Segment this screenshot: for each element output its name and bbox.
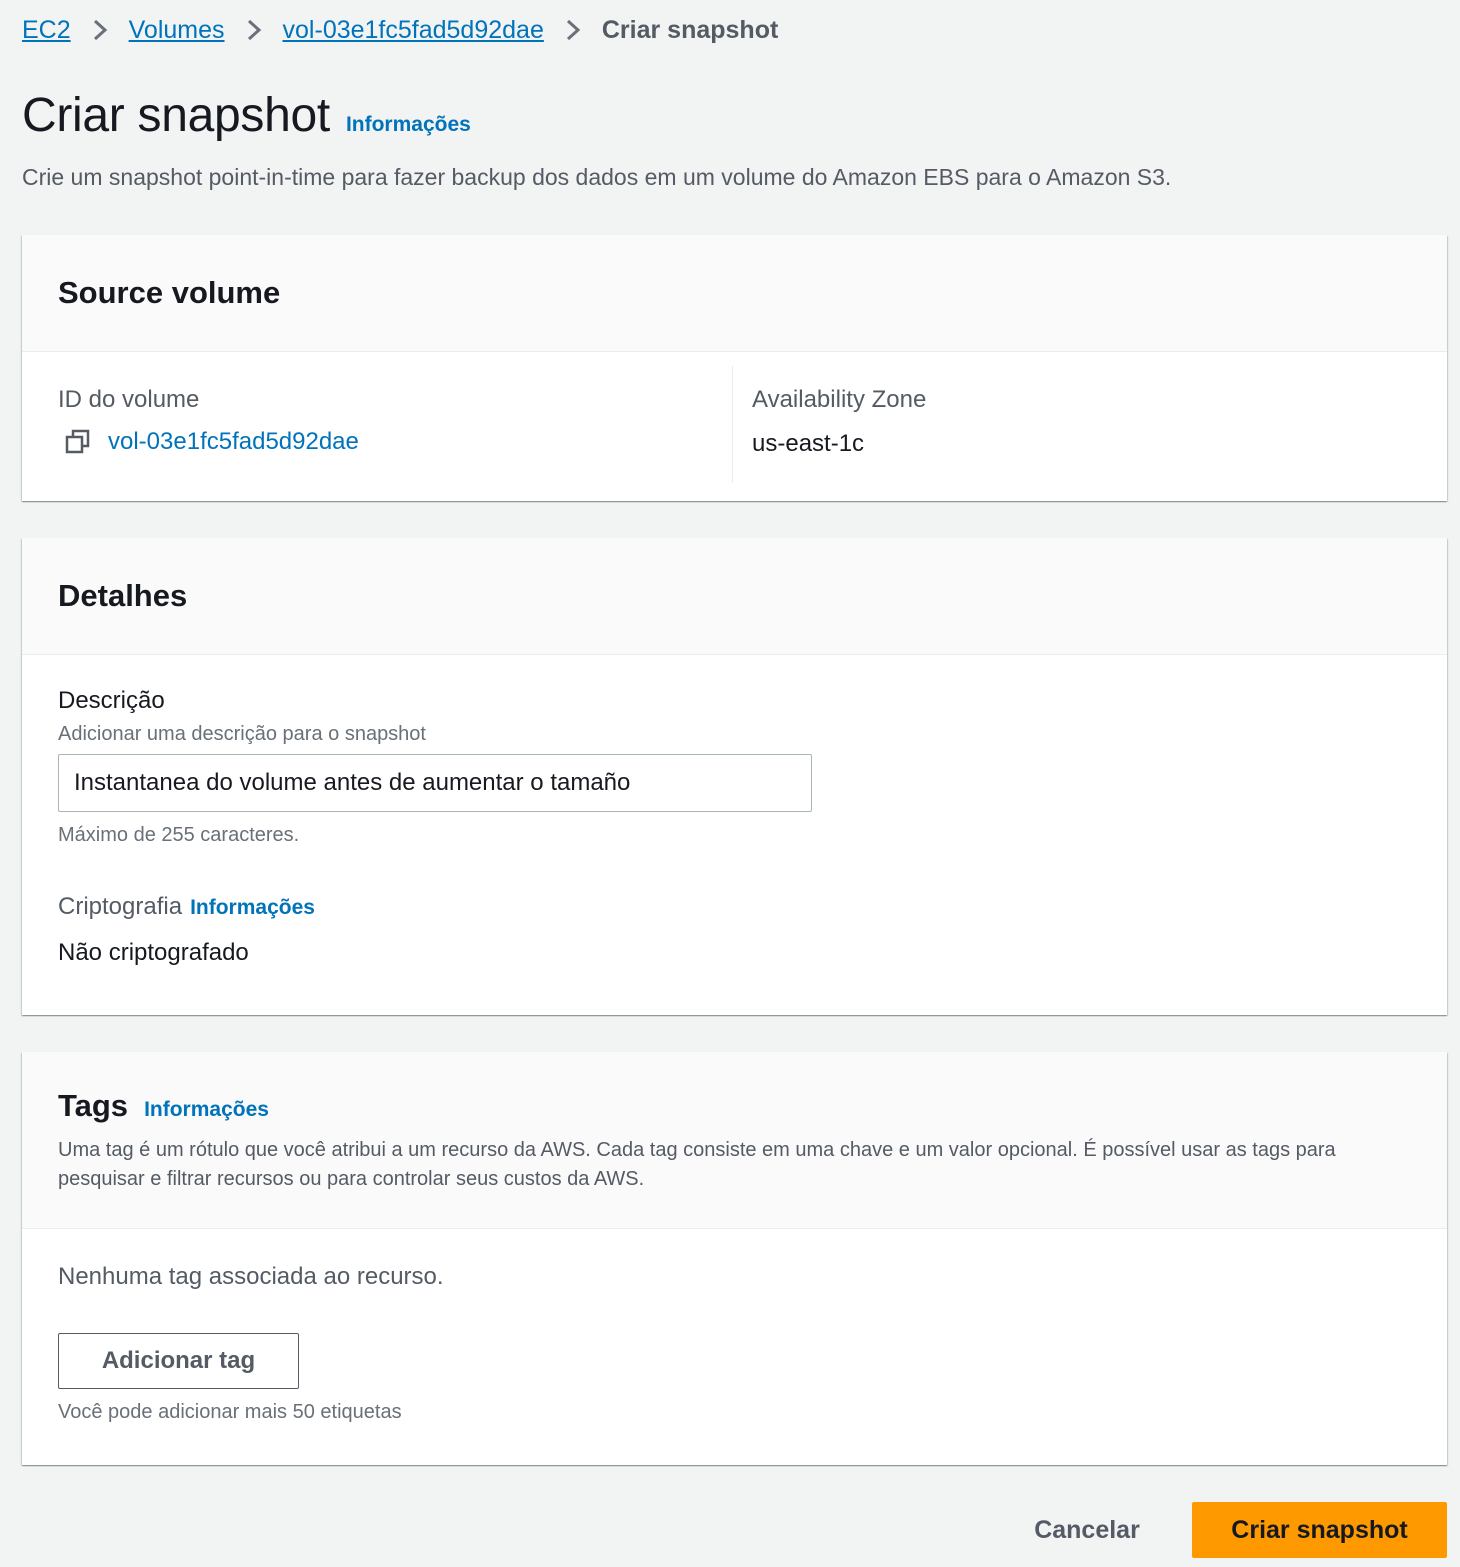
create-snapshot-button[interactable]: Criar snapshot: [1192, 1502, 1447, 1558]
volume-id-link[interactable]: vol-03e1fc5fad5d92dae: [108, 428, 359, 456]
volume-id-column: ID do volume vol-03e1fc5fad5d92dae: [22, 366, 733, 483]
encryption-label: Criptografia: [58, 893, 183, 920]
cancel-button[interactable]: Cancelar: [1010, 1502, 1164, 1558]
breadcrumb-ec2[interactable]: EC2: [22, 16, 71, 45]
source-volume-grid: ID do volume vol-03e1fc5fad5d92dae Avail…: [22, 352, 1447, 501]
copy-icon[interactable]: [64, 428, 92, 456]
tags-title: Tags: [58, 1088, 129, 1123]
page-info-link[interactable]: Informações: [346, 113, 471, 137]
encryption-value: Não criptografado: [58, 939, 249, 966]
tags-header: Tags Informações Uma tag é um rótulo que…: [22, 1052, 1447, 1229]
page-title: Criar snapshot: [22, 89, 330, 142]
source-volume-panel: Source volume ID do volume vol-03e1fc5fa…: [22, 235, 1447, 501]
description-label: Descrição: [58, 687, 165, 714]
breadcrumb-volumes[interactable]: Volumes: [129, 16, 225, 45]
tags-panel: Tags Informações Uma tag é um rótulo que…: [22, 1052, 1447, 1465]
breadcrumb-current: Criar snapshot: [601, 15, 779, 44]
breadcrumb: EC2 Volumes vol-03e1fc5fad5d92dae Criar …: [22, 12, 778, 48]
availability-zone-label: Availability Zone: [752, 386, 927, 413]
chevron-right-icon: [225, 19, 283, 41]
description-constraint: Máximo de 255 caracteres.: [58, 824, 300, 846]
tags-body: Nenhuma tag associada ao recurso. Adicio…: [22, 1229, 1447, 1424]
source-volume-title: Source volume: [58, 275, 281, 310]
tags-description: Uma tag é um rótulo que você atribui a u…: [58, 1139, 1336, 1190]
volume-id-row: vol-03e1fc5fad5d92dae: [58, 428, 696, 456]
details-header: Detalhes: [22, 538, 1447, 655]
chevron-right-icon: [71, 19, 129, 41]
breadcrumb-volume-id[interactable]: vol-03e1fc5fad5d92dae: [283, 16, 544, 45]
create-snapshot-page: EC2 Volumes vol-03e1fc5fad5d92dae Criar …: [0, 0, 1460, 1567]
page-header: Criar snapshot Informações: [22, 88, 471, 143]
encryption-label-row: Criptografia Informações: [58, 893, 1411, 921]
availability-zone-value: us-east-1c: [752, 430, 865, 457]
description-help-text: Adicionar uma descrição para o snapshot: [58, 723, 426, 745]
source-volume-header: Source volume: [22, 235, 1447, 352]
add-tag-button[interactable]: Adicionar tag: [58, 1333, 299, 1389]
details-title: Detalhes: [58, 578, 188, 613]
availability-zone-column: Availability Zone us-east-1c: [733, 352, 962, 501]
page-description: Crie um snapshot point-in-time para faze…: [22, 164, 1172, 190]
details-panel: Detalhes Descrição Adicionar uma descriç…: [22, 538, 1447, 1015]
tags-title-row: Tags Informações: [58, 1088, 1411, 1124]
tags-remaining-hint: Você pode adicionar mais 50 etiquetas: [58, 1401, 402, 1423]
volume-id-label: ID do volume: [58, 386, 200, 413]
description-input[interactable]: [58, 754, 812, 812]
encryption-info-link[interactable]: Informações: [190, 896, 315, 920]
tags-info-link[interactable]: Informações: [144, 1098, 269, 1122]
tags-empty-state: Nenhuma tag associada ao recurso.: [58, 1263, 444, 1290]
details-form: Descrição Adicionar uma descrição para o…: [22, 655, 1447, 967]
chevron-right-icon: [544, 19, 602, 41]
